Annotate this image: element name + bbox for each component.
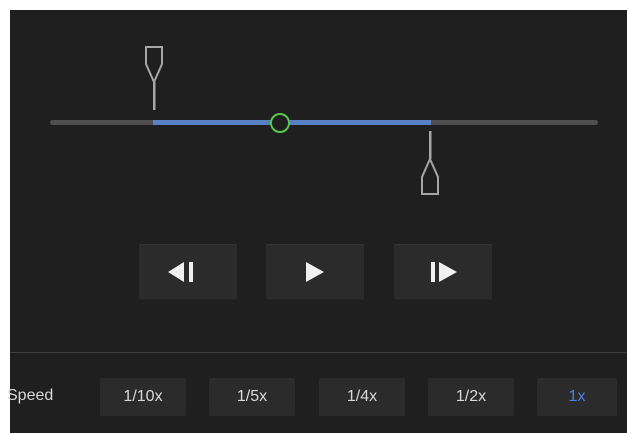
timeline-selected-range: [153, 120, 431, 125]
speed-option-1-10x[interactable]: 1/10x: [100, 378, 186, 416]
range-start-marker[interactable]: [143, 44, 165, 114]
divider: [10, 352, 627, 353]
playhead-position-indicator[interactable]: [270, 113, 290, 133]
play-button[interactable]: [266, 244, 364, 300]
speed-option-1-5x[interactable]: 1/5x: [209, 378, 295, 416]
speed-option-1-4x[interactable]: 1/4x: [319, 378, 405, 416]
previous-frame-button[interactable]: [139, 244, 237, 300]
speed-option-1x[interactable]: 1x: [537, 378, 617, 416]
step-backward-icon: [168, 262, 193, 282]
speed-option-1-2x[interactable]: 1/2x: [428, 378, 514, 416]
range-end-marker[interactable]: [419, 128, 441, 198]
play-icon: [306, 262, 324, 282]
step-forward-icon: [431, 262, 457, 282]
next-frame-button[interactable]: [394, 244, 492, 300]
playback-panel: [10, 10, 627, 433]
speed-label: Speed: [7, 387, 54, 404]
